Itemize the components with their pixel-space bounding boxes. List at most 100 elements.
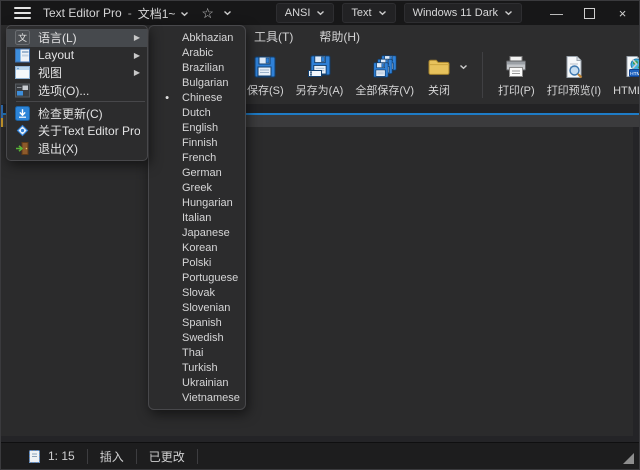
maximize-button[interactable]	[573, 1, 606, 25]
statusbar: 1: 15 插入 已更改	[1, 442, 639, 469]
language-option-label: English	[182, 122, 218, 134]
language-option-label: Greek	[182, 182, 212, 194]
menu-item-label: 选项(O)...	[38, 82, 140, 99]
toolbar-button-close[interactable]: 关闭	[420, 50, 458, 101]
language-option-italian[interactable]: Italian	[149, 210, 245, 225]
filetype-label: Text	[351, 7, 371, 19]
close-split-dropdown-icon[interactable]	[459, 50, 468, 84]
vertical-scrollbar[interactable]	[633, 127, 639, 442]
chevron-down-icon	[378, 7, 387, 19]
save-all-icon	[372, 53, 398, 81]
language-option-chinese[interactable]: ●Chinese	[149, 90, 245, 105]
language-option-slovenian[interactable]: Slovenian	[149, 300, 245, 315]
language-option-label: Polski	[182, 257, 211, 269]
save-icon	[252, 53, 278, 81]
favorite-star-icon[interactable]: ☆	[201, 6, 214, 20]
language-option-label: Turkish	[182, 362, 218, 374]
caret-position: 1: 15	[48, 449, 75, 463]
language-option-hungarian[interactable]: Hungarian	[149, 195, 245, 210]
close-button[interactable]: ×	[606, 1, 639, 25]
toolbar-button-label: 另存为(A)	[296, 82, 344, 98]
language-option-brazilian[interactable]: Brazilian	[149, 60, 245, 75]
toolbar-overflow-chevron-icon[interactable]	[631, 58, 638, 70]
language-option-dutch[interactable]: Dutch	[149, 105, 245, 120]
language-option-label: Brazilian	[182, 62, 224, 74]
print-icon	[503, 53, 529, 81]
hamburger-menu-icon[interactable]	[14, 7, 31, 19]
statusbar-divider	[136, 449, 137, 464]
toolbar-separator	[482, 52, 483, 98]
language-option-english[interactable]: English	[149, 120, 245, 135]
toolbar-button-label: 保存(S)	[247, 82, 284, 98]
language-option-turkish[interactable]: Turkish	[149, 360, 245, 375]
language-option-portuguese[interactable]: Portuguese	[149, 270, 245, 285]
toolbar-button-label: HTML 导	[613, 82, 640, 98]
menu-item-options[interactable]: 选项(O)...	[7, 82, 147, 100]
about-icon	[15, 123, 30, 138]
language-option-abkhazian[interactable]: Abkhazian	[149, 30, 245, 45]
language-option-arabic[interactable]: Arabic	[149, 45, 245, 60]
menu-item-layout[interactable]: Layout▶	[7, 47, 147, 65]
minimize-button[interactable]: —	[540, 1, 573, 25]
language-submenu-popup: AbkhazianArabic Brazilian Bulgarian●Chines…	[148, 25, 246, 410]
print-preview-icon	[561, 53, 587, 81]
window-controls: — ×	[540, 1, 639, 25]
language-option-polski[interactable]: Polski	[149, 255, 245, 270]
menu-item-check-updates[interactable]: 检查更新(C)	[7, 104, 147, 122]
toolbar-button-print-preview[interactable]: 打印预览(I)	[541, 50, 607, 101]
language-icon: 文	[15, 30, 30, 45]
language-option-label: Finnish	[182, 137, 217, 149]
theme-select[interactable]: Windows 11 Dark	[404, 3, 522, 23]
toolbar-button-save[interactable]: 保存(S)	[241, 50, 290, 101]
language-option-label: Dutch	[182, 107, 211, 119]
document-switcher[interactable]: 文档1~	[138, 5, 190, 22]
document-name: 文档1~	[138, 5, 176, 22]
language-option-spanish[interactable]: Spanish	[149, 315, 245, 330]
encoding-select[interactable]: ANSI	[276, 3, 335, 23]
menu-item-exit[interactable]: 退出(X)	[7, 140, 147, 158]
language-option-bulgarian[interactable]: Bulgarian	[149, 75, 245, 90]
menu-item-label: 视图	[38, 64, 130, 81]
menu-item-label: 检查更新(C)	[38, 105, 140, 122]
filetype-select[interactable]: Text	[342, 3, 395, 23]
menu-item-about[interactable]: 关于Text Editor Pro(A)	[7, 122, 147, 140]
app-title: Text Editor Pro	[43, 6, 122, 20]
language-option-label: French	[182, 152, 216, 164]
menubar-tab-2[interactable]: 帮助(H)	[306, 25, 373, 48]
menu-item-label: 语言(L)	[38, 29, 130, 46]
language-option-label: Chinese	[182, 92, 222, 104]
language-option-finnish[interactable]: Finnish	[149, 135, 245, 150]
editor-area[interactable]	[1, 127, 639, 442]
menu-item-language[interactable]: 文语言(L)▶	[7, 29, 147, 47]
language-option-swedish[interactable]: Swedish	[149, 330, 245, 345]
language-option-label: Ukrainian	[182, 377, 228, 389]
favorites-dropdown-icon[interactable]	[223, 10, 232, 16]
submenu-arrow-icon: ▶	[134, 68, 140, 77]
language-option-label: Bulgarian	[182, 77, 228, 89]
language-option-french[interactable]: French	[149, 150, 245, 165]
language-option-vietnamese[interactable]: Vietnamese	[149, 390, 245, 405]
menubar-tab-1[interactable]: 工具(T)	[241, 25, 306, 48]
statusbar-divider	[197, 449, 198, 464]
toolbar-button-save-all[interactable]: 全部保存(V)	[349, 50, 420, 101]
check-updates-icon	[15, 106, 30, 121]
language-option-japanese[interactable]: Japanese	[149, 225, 245, 240]
resize-grip[interactable]	[623, 453, 634, 464]
modified-state-indicator: 已更改	[149, 448, 185, 465]
language-option-greek[interactable]: Greek	[149, 180, 245, 195]
toolbar-button-save-as[interactable]: 另存为(A)	[290, 50, 350, 101]
language-option-thai[interactable]: Thai	[149, 345, 245, 360]
language-option-german[interactable]: German	[149, 165, 245, 180]
language-option-label: Thai	[182, 347, 203, 359]
language-option-slovak[interactable]: Slovak	[149, 285, 245, 300]
toolbar-button-print[interactable]: 打印(P)	[492, 50, 541, 101]
svg-text:HTML: HTML	[630, 71, 640, 77]
encoding-label: ANSI	[285, 7, 311, 19]
insert-mode-indicator[interactable]: 插入	[100, 448, 124, 465]
menu-item-view[interactable]: 视图 ▶	[7, 64, 147, 82]
language-option-korean[interactable]: Korean	[149, 240, 245, 255]
language-option-ukrainian[interactable]: Ukrainian	[149, 375, 245, 390]
toolbar-button-label: 全部保存(V)	[355, 82, 414, 98]
view-icon	[15, 65, 30, 80]
language-option-label: Portuguese	[182, 272, 238, 284]
